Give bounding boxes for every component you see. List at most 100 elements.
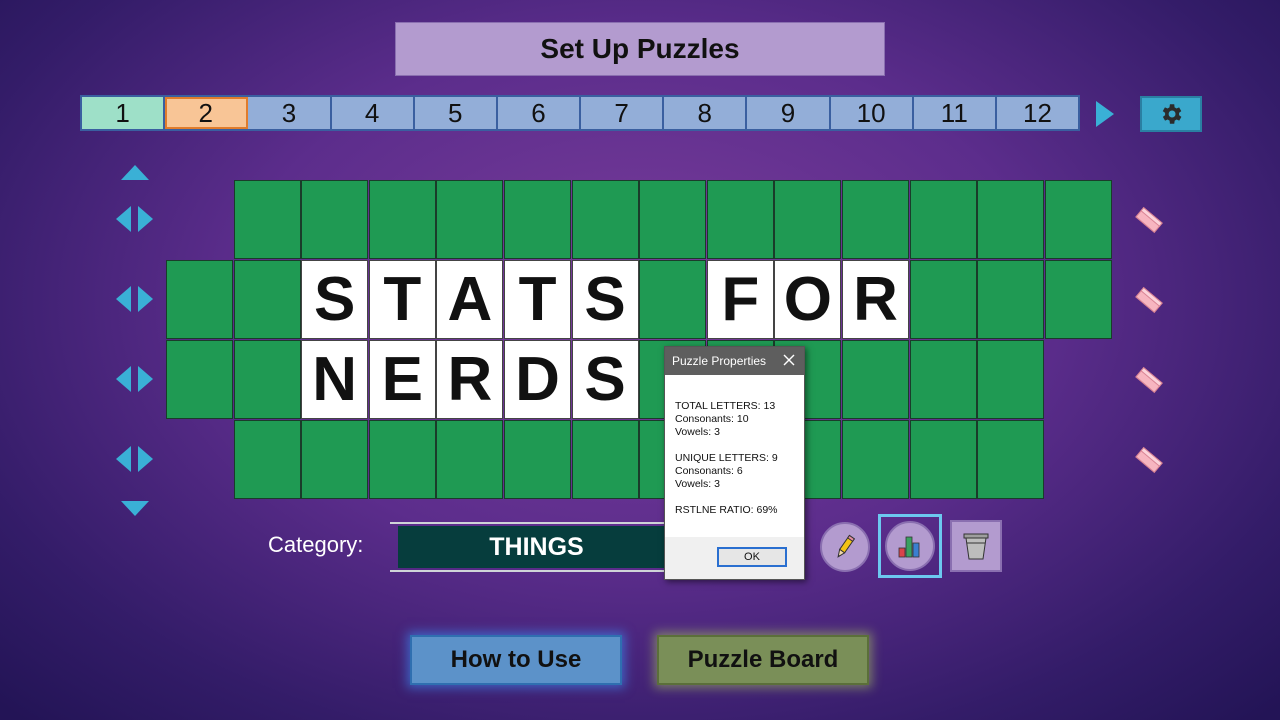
puzzle-tab-bar: 1 2 3 4 5 6 7 8 9 10 11 12 [80, 95, 1080, 131]
row-2-shift-arrows[interactable] [116, 286, 156, 314]
tab-puzzle-2[interactable]: 2 [165, 97, 249, 129]
shift-left-arrow[interactable] [116, 206, 131, 232]
letter-tile[interactable]: T [504, 260, 571, 339]
board-cell[interactable] [706, 180, 774, 259]
tab-puzzle-8[interactable]: 8 [664, 97, 748, 129]
tab-puzzle-12[interactable]: 12 [996, 97, 1079, 129]
tab-puzzle-7[interactable]: 7 [581, 97, 665, 129]
board-cell[interactable] [639, 260, 707, 339]
board-cell[interactable] [842, 180, 909, 259]
move-down-arrow[interactable] [121, 501, 149, 516]
board-cell[interactable] [233, 180, 301, 259]
puzzle-properties-dialog: Puzzle Properties TOTAL LETTERS: 13 Cons… [664, 346, 805, 580]
shift-right-arrow[interactable] [138, 286, 153, 312]
dialog-title: Puzzle Properties [672, 354, 767, 368]
tab-puzzle-6[interactable]: 6 [497, 97, 582, 129]
letter-tile[interactable]: T [368, 260, 436, 339]
eraser-icon [1135, 446, 1163, 474]
board-cell[interactable] [639, 180, 707, 259]
next-tabs-arrow[interactable] [1096, 101, 1114, 127]
rstlne-ratio-line: RSTLNE RATIO: 69% [675, 504, 778, 516]
letter-tile[interactable]: S [571, 260, 639, 339]
board-cell[interactable] [166, 260, 233, 339]
tab-puzzle-5[interactable]: 5 [414, 97, 498, 129]
board-cell[interactable] [166, 340, 233, 419]
tab-puzzle-10[interactable]: 10 [830, 97, 914, 129]
total-consonants-line: Consonants: 10 [675, 413, 749, 425]
board-cell[interactable] [233, 340, 301, 419]
settings-button[interactable] [1140, 96, 1202, 132]
tab-puzzle-9[interactable]: 9 [747, 97, 831, 129]
shift-right-arrow[interactable] [138, 206, 153, 232]
board-cell[interactable] [368, 420, 436, 499]
letter-tile[interactable]: S [301, 260, 369, 339]
board-cell[interactable] [504, 180, 571, 259]
edit-button[interactable] [820, 522, 870, 572]
board-cell[interactable] [301, 420, 369, 499]
board-cell[interactable] [436, 420, 504, 499]
letter-tile[interactable]: N [301, 340, 369, 419]
board-cell[interactable] [571, 180, 639, 259]
board-cell[interactable] [909, 180, 977, 259]
board-cell[interactable] [909, 420, 977, 499]
board-cell[interactable] [977, 340, 1045, 419]
letter-tile[interactable]: R [842, 260, 909, 339]
stats-button-frame[interactable] [878, 514, 942, 578]
shift-left-arrow[interactable] [116, 286, 131, 312]
close-icon[interactable] [782, 353, 796, 367]
stats-button[interactable] [885, 521, 935, 571]
letter-tile[interactable]: F [706, 260, 774, 339]
letter-tile[interactable]: S [571, 340, 639, 419]
board-cell[interactable] [977, 180, 1045, 259]
tab-puzzle-4[interactable]: 4 [331, 97, 415, 129]
total-vowels-line: Vowels: 3 [675, 426, 720, 438]
board-cell[interactable] [301, 180, 369, 259]
board-cell[interactable] [774, 180, 842, 259]
letter-tile[interactable]: D [504, 340, 571, 419]
tab-puzzle-3[interactable]: 3 [248, 97, 332, 129]
board-cell[interactable] [571, 420, 639, 499]
clear-row-1-button[interactable] [1132, 203, 1166, 237]
row-4-shift-arrows[interactable] [116, 446, 156, 474]
tab-puzzle-1[interactable]: 1 [82, 97, 166, 129]
clear-row-4-button[interactable] [1132, 443, 1166, 477]
row-3-shift-arrows[interactable] [116, 366, 156, 394]
pencil-icon [837, 534, 856, 558]
shift-left-arrow[interactable] [116, 446, 131, 472]
letter-tile[interactable]: R [436, 340, 504, 419]
board-cell[interactable] [977, 260, 1045, 339]
board-cell[interactable] [504, 420, 571, 499]
letter-tile[interactable]: A [436, 260, 504, 339]
puzzle-board-button[interactable]: Puzzle Board [657, 635, 869, 685]
board-cell[interactable] [368, 180, 436, 259]
board-cell[interactable] [436, 180, 504, 259]
letter-tile[interactable]: O [774, 260, 842, 339]
category-field: THINGS [390, 522, 675, 572]
tab-puzzle-11[interactable]: 11 [913, 97, 997, 129]
board-cell[interactable] [909, 260, 977, 339]
row-1-shift-arrows[interactable] [116, 206, 156, 234]
eraser-icon [1135, 206, 1163, 234]
ok-button[interactable]: OK [717, 547, 787, 567]
unique-consonants-line: Consonants: 6 [675, 465, 743, 477]
clear-row-2-button[interactable] [1132, 283, 1166, 317]
category-label: Category: [268, 532, 364, 557]
move-up-arrow[interactable] [121, 165, 149, 180]
board-cell[interactable] [233, 420, 301, 499]
shift-right-arrow[interactable] [138, 446, 153, 472]
board-cell[interactable] [1044, 180, 1112, 259]
shift-left-arrow[interactable] [116, 366, 131, 392]
how-to-use-button[interactable]: How to Use [410, 635, 622, 685]
board-cell[interactable] [233, 260, 301, 339]
category-input[interactable]: THINGS [398, 526, 675, 568]
board-cell[interactable] [842, 420, 909, 499]
board-cell[interactable] [977, 420, 1045, 499]
shift-right-arrow[interactable] [138, 366, 153, 392]
letter-tile[interactable]: E [368, 340, 436, 419]
board-cell[interactable] [1044, 260, 1112, 339]
clear-row-3-button[interactable] [1132, 363, 1166, 397]
board-cell[interactable] [842, 340, 909, 419]
board-cell[interactable] [909, 340, 977, 419]
delete-button[interactable] [950, 520, 1002, 572]
